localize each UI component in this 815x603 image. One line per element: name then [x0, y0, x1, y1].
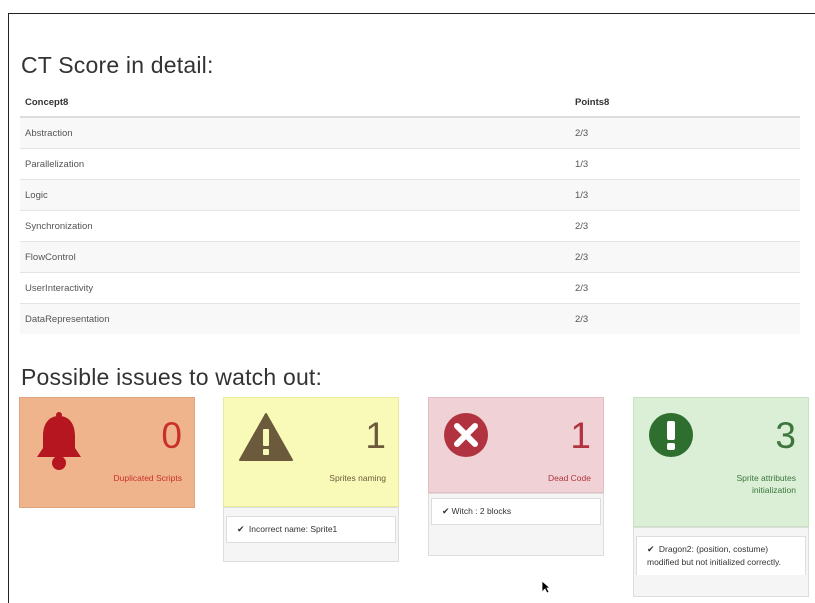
issue-label: Sprite attributes initialization [736, 473, 796, 495]
dead-code-card: 1 Dead Code ✔ Witch : 2 blocks [428, 397, 604, 556]
points-cell: 1/3 [570, 148, 800, 180]
points-cell: 2/3 [570, 272, 800, 304]
checkmark-icon: ✔ [442, 506, 450, 516]
card-details: ✔ Witch : 2 blocks [428, 493, 604, 556]
concept-cell: UserInteractivity [20, 272, 570, 304]
card-header[interactable]: 1 Sprites naming [223, 397, 399, 507]
card-header[interactable]: 1 Dead Code [428, 397, 604, 493]
concept-column-header: Concept8 [20, 88, 570, 118]
points-cell: 2/3 [570, 241, 800, 273]
issue-item-text: Dragon2: (position, costume) modified bu… [647, 544, 782, 567]
issue-item: ✔ Dragon2: (position, costume) modified … [636, 536, 806, 575]
issue-count: 0 [161, 415, 182, 456]
issue-item-text: Witch : 2 blocks [451, 506, 512, 516]
duplicated-scripts-card: 0 Duplicated Scripts [19, 397, 195, 508]
table-row: FlowControl 2/3 [20, 241, 800, 273]
concept-cell: FlowControl [20, 241, 570, 273]
exclamation-circle-icon [648, 412, 694, 463]
table-row: Parallelization 1/3 [20, 148, 800, 180]
concept-cell: DataRepresentation [20, 303, 570, 334]
table-row: UserInteractivity 2/3 [20, 272, 800, 304]
sprites-naming-card: 1 Sprites naming ✔ Incorrect name: Sprit… [223, 397, 399, 562]
card-header[interactable]: 3 Sprite attributes initialization [633, 397, 809, 527]
table-header-row: Concept8 Points8 [20, 88, 800, 118]
points-cell: 2/3 [570, 116, 800, 149]
ct-score-title: CT Score in detail: [21, 52, 214, 78]
points-cell: 2/3 [570, 303, 800, 334]
table-row: Synchronization 2/3 [20, 210, 800, 242]
concept-cell: Logic [20, 179, 570, 211]
warning-triangle-icon [238, 412, 294, 467]
points-cell: 1/3 [570, 179, 800, 211]
issue-count: 1 [570, 415, 591, 456]
table-row: Logic 1/3 [20, 179, 800, 211]
points-column-header: Points8 [570, 88, 800, 118]
concept-cell: Synchronization [20, 210, 570, 242]
table-row: DataRepresentation 2/3 [20, 303, 800, 334]
mouse-cursor-icon [541, 580, 552, 599]
points-cell: 2/3 [570, 210, 800, 242]
checkmark-icon: ✔ [237, 524, 245, 534]
table-row: Abstraction 2/3 [20, 116, 800, 149]
sprite-attributes-card: 3 Sprite attributes initialization ✔ Dra… [633, 397, 809, 597]
card-details: ✔ Dragon2: (position, costume) modified … [633, 527, 809, 597]
issue-item-text: Incorrect name: Sprite1 [248, 524, 338, 534]
card-details: ✔ Incorrect name: Sprite1 [223, 507, 399, 562]
bell-icon [34, 412, 84, 477]
issue-label: Duplicated Scripts [113, 473, 182, 483]
card-header[interactable]: 0 Duplicated Scripts [19, 397, 195, 508]
possible-issues-title: Possible issues to watch out: [21, 364, 323, 390]
concept-cell: Parallelization [20, 148, 570, 180]
ct-score-table: Concept8 Points8 Abstraction 2/3 Paralle… [20, 88, 800, 334]
checkmark-icon: ✔ [647, 544, 655, 554]
issue-item: ✔ Witch : 2 blocks [431, 498, 601, 525]
x-circle-icon [443, 412, 489, 463]
issue-label: Sprites naming [329, 473, 386, 483]
concept-cell: Abstraction [20, 116, 570, 149]
issue-count: 1 [365, 415, 386, 456]
issue-item: ✔ Incorrect name: Sprite1 [226, 516, 396, 543]
issue-count: 3 [775, 415, 796, 456]
issue-label: Dead Code [547, 473, 591, 483]
